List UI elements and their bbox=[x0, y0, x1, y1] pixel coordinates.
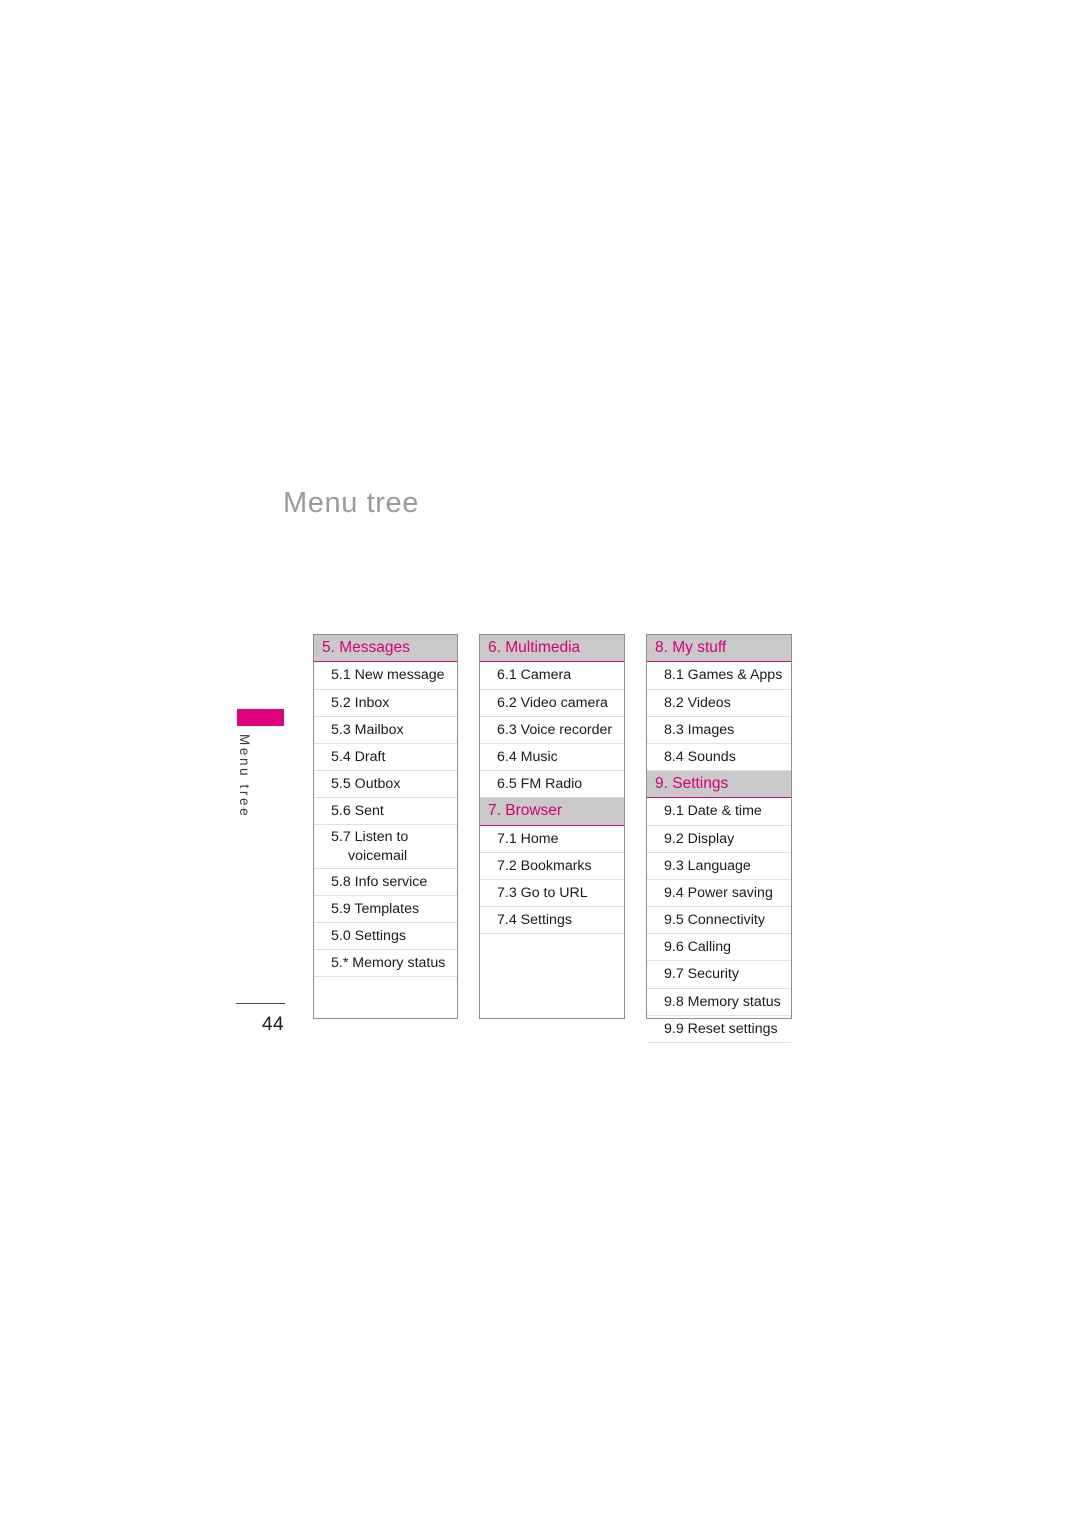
menu-group-header[interactable]: 6. Multimedia bbox=[480, 635, 624, 663]
menu-item[interactable]: 9.9 Reset settings bbox=[647, 1016, 791, 1043]
menu-item[interactable]: 9.6 Calling bbox=[647, 934, 791, 962]
menu-group-header[interactable]: 9. Settings bbox=[647, 771, 791, 799]
menu-item[interactable]: 5.6 Sent bbox=[314, 798, 457, 826]
menu-item[interactable]: 7.2 Bookmarks bbox=[480, 853, 624, 880]
menu-column: 5. Messages 5.1 New message 5.2 Inbox 5.3 M… bbox=[313, 634, 458, 1019]
menu-item[interactable]: 5.* Memory status bbox=[314, 950, 457, 978]
menu-item[interactable]: 9.1 Date & time bbox=[647, 798, 791, 826]
menu-item[interactable]: 6.5 FM Radio bbox=[480, 771, 624, 799]
menu-item[interactable]: 5.3 Mailbox bbox=[314, 717, 457, 744]
menu-column: 8. My stuff 8.1 Games & Apps 8.2 Videos 8.3… bbox=[646, 634, 792, 1043]
menu-item[interactable]: 5.5 Outbox bbox=[314, 771, 457, 799]
menu-item[interactable]: 6.2 Video camera bbox=[480, 690, 624, 717]
menu-item[interactable]: 6.4 Music bbox=[480, 744, 624, 772]
margin-tab-marker bbox=[237, 709, 284, 726]
menu-item[interactable]: 6.1 Camera bbox=[480, 662, 624, 690]
menu-item[interactable]: 9.3 Language bbox=[647, 853, 791, 880]
menu-item[interactable]: 9.2 Display bbox=[647, 826, 791, 853]
menu-tree: 5. Messages 5.1 New message 5.2 Inbox 5.3 M… bbox=[313, 634, 792, 1043]
menu-item[interactable]: 8.2 Videos bbox=[647, 690, 791, 717]
menu-item[interactable]: 5.4 Draft bbox=[314, 744, 457, 772]
menu-item-label-continuation: voicemail bbox=[348, 847, 408, 864]
menu-item[interactable]: 8.1 Games & Apps bbox=[647, 662, 791, 690]
page-number-rule bbox=[236, 1003, 285, 1004]
menu-item[interactable]: 9.4 Power saving bbox=[647, 880, 791, 908]
page-title: Menu tree bbox=[283, 487, 419, 519]
menu-item[interactable]: 5.8 Info service bbox=[314, 869, 457, 896]
menu-item[interactable]: 5.7 Listen to voicemail bbox=[314, 825, 457, 869]
menu-item[interactable]: 9.8 Memory status bbox=[647, 989, 791, 1016]
menu-item[interactable]: 5.1 New message bbox=[314, 662, 457, 690]
menu-item[interactable]: 5.9 Templates bbox=[314, 896, 457, 924]
menu-group-header[interactable]: 8. My stuff bbox=[647, 635, 791, 663]
menu-group-header[interactable]: 7. Browser bbox=[480, 798, 624, 826]
menu-item[interactable]: 9.5 Connectivity bbox=[647, 907, 791, 935]
menu-item[interactable]: 8.4 Sounds bbox=[647, 744, 791, 772]
menu-item[interactable]: 7.4 Settings bbox=[480, 907, 624, 935]
menu-item-label: 5.7 Listen to bbox=[331, 829, 409, 846]
menu-column-filler bbox=[314, 977, 457, 1018]
menu-item[interactable]: 7.1 Home bbox=[480, 826, 624, 853]
menu-item[interactable]: 9.7 Security bbox=[647, 961, 791, 989]
menu-item[interactable]: 8.3 Images bbox=[647, 717, 791, 744]
menu-item[interactable]: 5.2 Inbox bbox=[314, 690, 457, 717]
margin-section-label: Menu tree bbox=[237, 734, 252, 819]
menu-item[interactable]: 7.3 Go to URL bbox=[480, 880, 624, 908]
menu-column: 6. Multimedia 6.1 Camera 6.2 Video camera 6… bbox=[479, 634, 625, 1019]
menu-column-filler bbox=[480, 934, 624, 1018]
menu-group-header[interactable]: 5. Messages bbox=[314, 635, 457, 663]
menu-item[interactable]: 6.3 Voice recorder bbox=[480, 717, 624, 744]
menu-item[interactable]: 5.0 Settings bbox=[314, 923, 457, 951]
page-number: 44 bbox=[262, 1014, 284, 1035]
